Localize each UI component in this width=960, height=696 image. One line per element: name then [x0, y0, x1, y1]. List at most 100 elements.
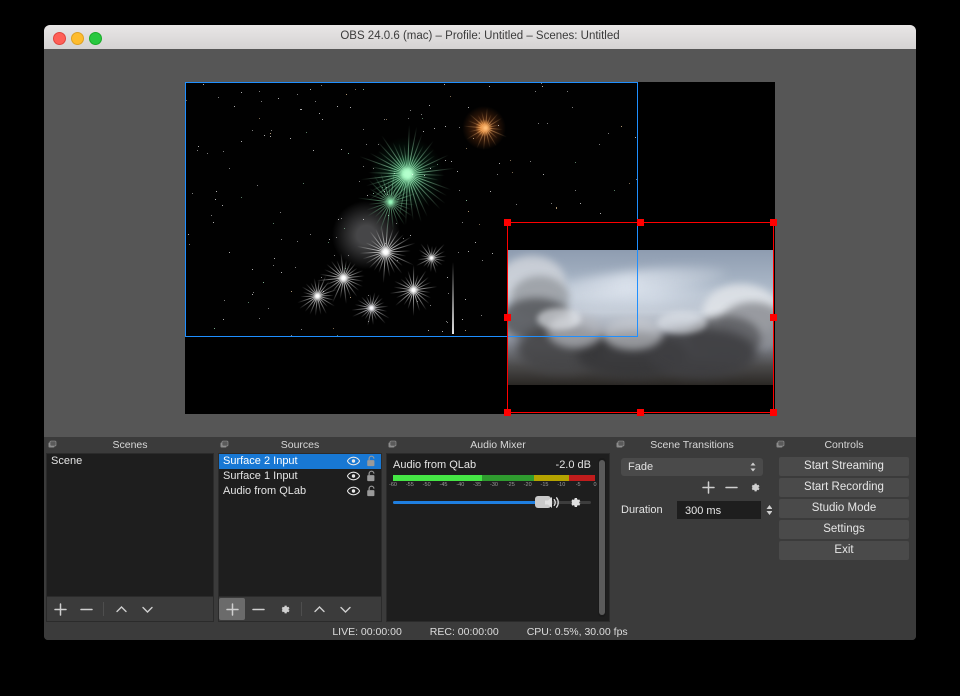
toolbar-chevron-down-icon[interactable] [332, 598, 358, 620]
audio-mixer-dock-body: Audio from QLab -2.0 dB -60-55-50-45-40-… [386, 453, 610, 622]
control-button-start-streaming[interactable]: Start Streaming [779, 457, 909, 476]
float-icon[interactable] [615, 440, 625, 450]
selection-rect-surface1[interactable] [507, 222, 774, 413]
toolbar-plus-icon[interactable] [219, 598, 245, 620]
scene-transitions-dock: Scene Transitions Fade [612, 437, 772, 624]
duration-input[interactable]: 300 ms [677, 501, 761, 519]
resize-handle-sw[interactable] [504, 409, 511, 416]
resize-handle-nw[interactable] [504, 219, 511, 226]
meter-tick-label: -30 [490, 482, 498, 488]
toolbar-chevron-up-icon[interactable] [108, 598, 134, 620]
preview-canvas[interactable] [185, 82, 775, 414]
sources-toolbar [219, 596, 381, 621]
resize-handle-e[interactable] [770, 314, 777, 321]
sources-list[interactable]: Surface 2 InputSurface 1 Input Audio from… [219, 454, 381, 597]
scenes-list[interactable]: Scene [47, 454, 213, 597]
eye-icon[interactable] [347, 471, 360, 481]
source-list-item[interactable]: Surface 2 Input [219, 454, 381, 469]
sources-dock: Sources Surface 2 InputSurface 1 Input Au… [216, 437, 384, 624]
meter-tick-label: 0 [593, 482, 596, 488]
status-bar: LIVE: 00:00:00 REC: 00:00:00 CPU: 0.5%, … [44, 624, 916, 640]
scene-list-item[interactable]: Scene [47, 454, 213, 469]
toolbar-minus-icon[interactable] [73, 598, 99, 620]
scenes-dock: Scenes Scene [44, 437, 216, 624]
meter-tick-label: -15 [541, 482, 549, 488]
obs-main-window: OBS 24.0.6 (mac) – Profile: Untitled – S… [44, 25, 916, 640]
toolbar-minus-icon[interactable] [245, 598, 271, 620]
volume-slider[interactable] [393, 501, 591, 504]
control-button-label: Start Recording [804, 481, 884, 493]
source-item-label: Surface 1 Input [223, 470, 298, 482]
resize-handle-s[interactable] [637, 409, 644, 416]
meter-tick-label: -50 [423, 482, 431, 488]
resize-handle-w[interactable] [504, 314, 511, 321]
scenes-toolbar [47, 596, 213, 621]
meter-segment [482, 475, 535, 481]
status-rec: REC: 00:00:00 [430, 626, 499, 638]
lock-icon[interactable] [366, 470, 377, 482]
meter-segment [393, 475, 482, 481]
eye-icon[interactable] [347, 486, 360, 496]
audio-channel-name: Audio from QLab [393, 459, 476, 471]
meter-segment [569, 475, 595, 481]
window-title: OBS 24.0.6 (mac) – Profile: Untitled – S… [44, 30, 916, 42]
chevron-updown-icon[interactable] [748, 460, 758, 474]
sources-dock-title: Sources [216, 437, 384, 453]
gear-icon[interactable] [748, 481, 761, 494]
status-live: LIVE: 00:00:00 [332, 626, 401, 638]
control-button-start-recording[interactable]: Start Recording [779, 478, 909, 497]
resize-handle-n[interactable] [637, 219, 644, 226]
float-icon[interactable] [219, 440, 229, 450]
float-icon[interactable] [387, 440, 397, 450]
meter-tick-label: -60 [389, 482, 397, 488]
audio-level-meter [393, 475, 595, 481]
transition-select[interactable]: Fade [621, 458, 763, 476]
meter-tick-label: -35 [473, 482, 481, 488]
control-button-label: Settings [823, 523, 865, 535]
plus-icon[interactable] [702, 481, 715, 494]
control-button-label: Exit [834, 544, 853, 556]
lock-icon[interactable] [366, 455, 377, 467]
lock-icon[interactable] [366, 485, 377, 497]
minus-icon[interactable] [725, 481, 738, 494]
sources-title-label: Sources [281, 439, 320, 451]
toolbar-plus-icon[interactable] [47, 598, 73, 620]
audio-mixer-dock-title: Audio Mixer [384, 437, 612, 453]
source-list-item[interactable]: Audio from QLab [219, 484, 381, 499]
window-titlebar: OBS 24.0.6 (mac) – Profile: Untitled – S… [44, 25, 916, 50]
float-icon[interactable] [775, 440, 785, 450]
dock-row: Scenes Scene Sources Surface 2 InputSurf… [44, 437, 916, 624]
gear-icon[interactable] [567, 495, 582, 510]
preview-area[interactable] [44, 49, 916, 437]
source-item-icons [347, 470, 377, 482]
screenshot-root: OBS 24.0.6 (mac) – Profile: Untitled – S… [0, 0, 960, 696]
audio-mixer-title-label: Audio Mixer [470, 439, 525, 451]
toolbar-chevron-up-icon[interactable] [306, 598, 332, 620]
source-item-icons [347, 455, 377, 467]
toolbar-chevron-down-icon[interactable] [134, 598, 160, 620]
resize-handle-se[interactable] [770, 409, 777, 416]
eye-icon[interactable] [347, 456, 360, 466]
source-item-label: Audio from QLab [223, 485, 306, 497]
toolbar-separator [301, 602, 302, 616]
float-icon[interactable] [47, 440, 57, 450]
control-button-exit[interactable]: Exit [779, 541, 909, 560]
resize-handle-ne[interactable] [770, 219, 777, 226]
controls-dock: Controls Start StreamingStart RecordingS… [772, 437, 916, 624]
source-list-item[interactable]: Surface 1 Input [219, 469, 381, 484]
audio-mixer-scrollbar[interactable] [598, 458, 606, 617]
volume-slider-fill [393, 501, 543, 504]
scenes-dock-title: Scenes [44, 437, 216, 453]
scene-item-label: Scene [51, 455, 82, 467]
control-button-studio-mode[interactable]: Studio Mode [779, 499, 909, 518]
controls-dock-body: Start Streaming Start Recording Studio Mod… [774, 453, 914, 622]
speaker-icon[interactable] [544, 495, 561, 510]
control-button-label: Studio Mode [812, 502, 877, 514]
sources-dock-body: Surface 2 InputSurface 1 Input Audio from… [218, 453, 382, 622]
meter-tick-label: -55 [406, 482, 414, 488]
source-item-icons [347, 485, 377, 497]
audio-channel-db: -2.0 dB [556, 459, 591, 471]
meter-segment [534, 475, 568, 481]
control-button-settings[interactable]: Settings [779, 520, 909, 539]
toolbar-gear-icon[interactable] [271, 598, 297, 620]
